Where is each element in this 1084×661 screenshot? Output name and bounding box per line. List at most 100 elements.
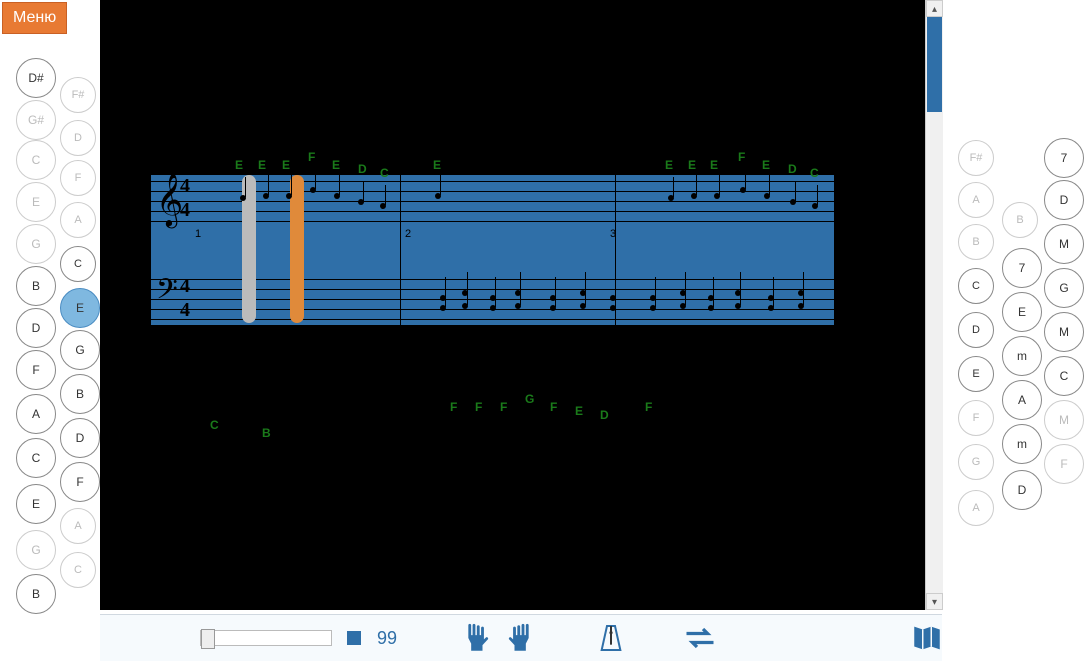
note-stem xyxy=(713,287,714,307)
left-key-ds[interactable]: D# xyxy=(16,58,56,98)
note-label: E xyxy=(710,158,718,172)
left-key-c4[interactable]: C xyxy=(60,552,96,588)
note-stem xyxy=(315,169,316,189)
note-stem xyxy=(615,287,616,307)
right-key-r-e2[interactable]: E xyxy=(958,356,994,392)
left-key-a3[interactable]: A xyxy=(60,508,96,544)
left-key-f2[interactable]: F xyxy=(16,350,56,390)
left-key-gs[interactable]: G# xyxy=(16,100,56,140)
scroll-down-icon[interactable]: ▾ xyxy=(926,593,943,610)
note-stem xyxy=(291,175,292,195)
note-label: E xyxy=(258,158,266,172)
scroll-thumb[interactable] xyxy=(927,17,942,112)
left-key-b2[interactable]: B xyxy=(60,374,100,414)
left-hand-icon[interactable] xyxy=(457,621,491,655)
note-label: D xyxy=(358,162,367,176)
right-key-r-a2[interactable]: A xyxy=(1002,380,1042,420)
note-stem xyxy=(385,185,386,205)
right-key-r-g2[interactable]: G xyxy=(958,444,994,480)
left-key-g3[interactable]: G xyxy=(16,530,56,570)
note-stem xyxy=(696,175,697,195)
timesig-top-1: 4 xyxy=(180,175,190,198)
right-key-r-g1[interactable]: G xyxy=(1044,268,1084,308)
right-key-r-f1[interactable]: F xyxy=(958,400,994,436)
note-stem xyxy=(495,287,496,307)
note-stem xyxy=(585,285,586,305)
note-label: E xyxy=(762,158,770,172)
left-key-b3[interactable]: B xyxy=(16,574,56,614)
menu-button[interactable]: Меню xyxy=(2,2,67,34)
right-key-r-m3[interactable]: m xyxy=(1002,336,1042,376)
right-key-r-m2[interactable]: M xyxy=(1044,312,1084,352)
note-label: D xyxy=(600,408,609,422)
left-key-f1[interactable]: F xyxy=(60,160,96,196)
right-key-r-d1[interactable]: D xyxy=(1044,180,1084,220)
note-label: E xyxy=(575,404,583,418)
note-label: E xyxy=(235,158,243,172)
right-key-r-m1[interactable]: M xyxy=(1044,224,1084,264)
right-key-r-fs[interactable]: F# xyxy=(958,140,994,176)
note-label: B xyxy=(262,426,271,440)
left-key-e3[interactable]: E xyxy=(16,484,56,524)
right-hand-icon[interactable] xyxy=(506,621,540,655)
left-key-c1[interactable]: C xyxy=(16,140,56,180)
note-stem xyxy=(773,287,774,307)
left-key-a1[interactable]: A xyxy=(60,202,96,238)
note-stem xyxy=(268,175,269,195)
note-label: F xyxy=(645,400,652,414)
right-key-r-c2[interactable]: C xyxy=(1044,356,1084,396)
right-key-r-m4[interactable]: M xyxy=(1044,400,1084,440)
note-stem xyxy=(673,177,674,197)
right-key-r-d3[interactable]: D xyxy=(1002,470,1042,510)
note-label: E xyxy=(282,158,290,172)
note-stem xyxy=(245,177,246,197)
note-stem xyxy=(795,181,796,201)
left-key-a2[interactable]: A xyxy=(16,394,56,434)
playhead-cursor-orange[interactable] xyxy=(290,175,304,323)
measure-number: 2 xyxy=(405,228,411,240)
score-scrollbar[interactable]: ▴ ▾ xyxy=(925,0,943,610)
note-label: F xyxy=(450,400,457,414)
scroll-up-icon[interactable]: ▴ xyxy=(926,0,943,17)
note-label: F xyxy=(500,400,507,414)
right-key-r-d2[interactable]: D xyxy=(958,312,994,348)
right-key-r-b1[interactable]: B xyxy=(1002,202,1038,238)
loop-icon[interactable] xyxy=(682,624,718,652)
left-key-e1[interactable]: E xyxy=(16,182,56,222)
note-stem xyxy=(440,175,441,195)
right-key-r-7b[interactable]: 7 xyxy=(1002,248,1042,288)
note-stem xyxy=(745,169,746,189)
note-stem xyxy=(803,285,804,305)
right-key-r-f2[interactable]: F xyxy=(1044,444,1084,484)
right-key-r-m5[interactable]: m xyxy=(1002,424,1042,464)
right-key-r-e1[interactable]: E xyxy=(1002,292,1042,332)
left-key-b1[interactable]: B xyxy=(16,266,56,306)
left-key-d3[interactable]: D xyxy=(60,418,100,458)
tempo-slider[interactable] xyxy=(200,630,332,646)
note-stem xyxy=(363,181,364,201)
note-label: E xyxy=(665,158,673,172)
left-key-f3[interactable]: F xyxy=(60,462,100,502)
timesig-bot-1: 4 xyxy=(180,199,190,222)
note-label: E xyxy=(433,158,441,172)
left-key-g1[interactable]: G xyxy=(16,224,56,264)
left-key-d1[interactable]: D xyxy=(60,120,96,156)
tempo-slider-knob[interactable] xyxy=(201,629,215,649)
note-stem xyxy=(719,175,720,195)
metronome-icon[interactable] xyxy=(595,621,627,655)
left-key-e2[interactable]: E xyxy=(60,288,100,328)
right-key-r-b2[interactable]: B xyxy=(958,224,994,260)
left-key-c2[interactable]: C xyxy=(60,246,96,282)
right-key-r-7a[interactable]: 7 xyxy=(1044,138,1084,178)
map-icon[interactable] xyxy=(908,621,946,655)
note-stem xyxy=(817,185,818,205)
right-key-r-c1[interactable]: C xyxy=(958,268,994,304)
note-label: C xyxy=(380,166,389,180)
left-key-c3[interactable]: C xyxy=(16,438,56,478)
right-key-r-a1[interactable]: A xyxy=(958,182,994,218)
left-key-g2[interactable]: G xyxy=(60,330,100,370)
tempo-value: 99 xyxy=(377,628,397,649)
left-key-d2[interactable]: D xyxy=(16,308,56,348)
left-key-fs[interactable]: F# xyxy=(60,77,96,113)
right-key-r-a3[interactable]: A xyxy=(958,490,994,526)
